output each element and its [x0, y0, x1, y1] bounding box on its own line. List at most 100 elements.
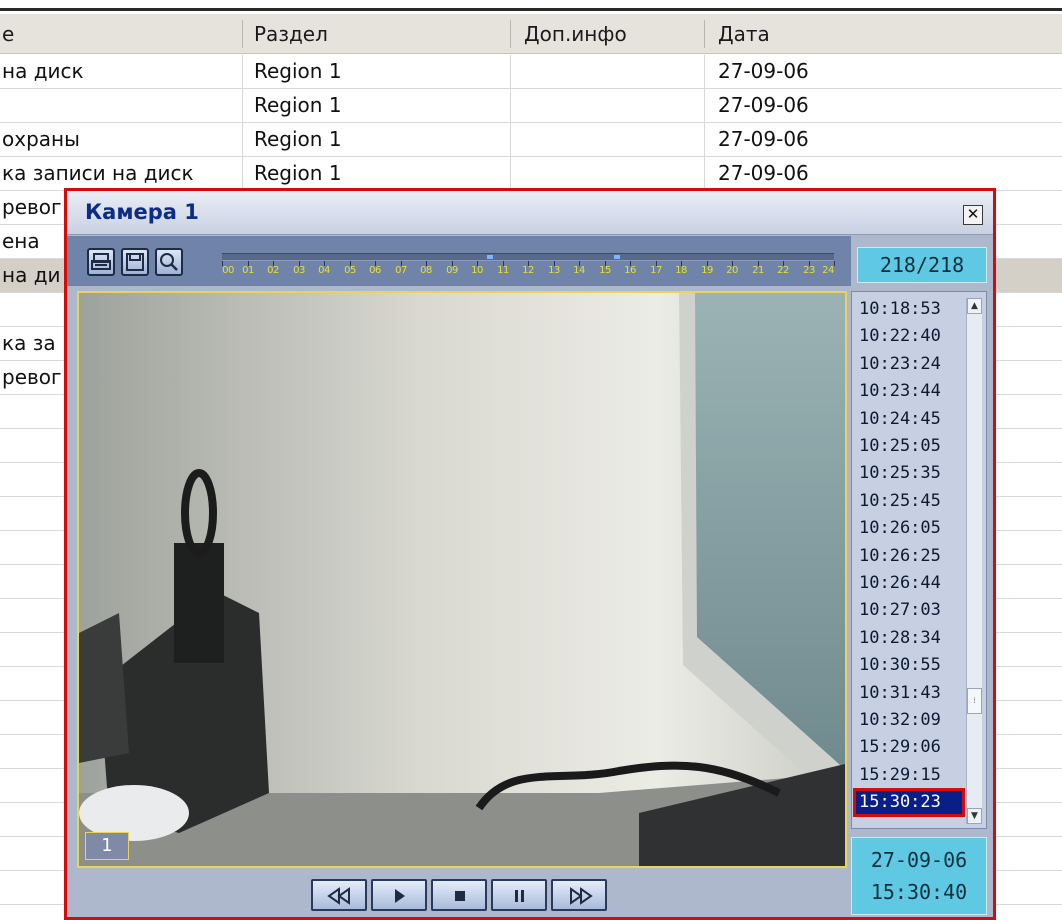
rewind-icon [327, 887, 350, 905]
time-list-item[interactable]: 10:23:44 [856, 380, 962, 403]
close-button[interactable]: ✕ [963, 205, 983, 225]
row-info [524, 89, 700, 122]
timeline-hour-label: 13 [548, 265, 560, 276]
time-list-item[interactable]: 15:30:23 [853, 788, 965, 818]
timeline-hour-label: 24 [822, 265, 834, 276]
frame-counter: 218/218 [857, 247, 987, 283]
column-header-info[interactable]: Доп.инфо [524, 14, 627, 54]
time-list-item[interactable]: 10:32:09 [856, 709, 962, 732]
time-list-scrollbar[interactable]: ▲ ⁞ ▼ [966, 298, 982, 824]
floppy-disk-icon [126, 253, 144, 271]
fast-forward-icon [570, 887, 593, 905]
table-row[interactable]: на диск Region 1 27-09-06 [0, 55, 1062, 89]
timeline-hour-label: 18 [675, 265, 687, 276]
time-list-item[interactable]: 15:29:15 [856, 764, 962, 787]
timeline-hour-label: 20 [726, 265, 738, 276]
timeline-hour-label: 21 [752, 265, 764, 276]
timeline-hour-label: 22 [777, 265, 789, 276]
timeline-hour-label: 11 [497, 265, 509, 276]
zoom-button[interactable] [155, 248, 183, 276]
timeline-hour-label: 04 [318, 265, 330, 276]
timeline-track[interactable] [222, 253, 834, 261]
save-button[interactable] [121, 248, 149, 276]
current-datetime-display: 27-09-06 15:30:40 [851, 837, 987, 915]
column-header-date[interactable]: Дата [718, 14, 770, 54]
time-list-item[interactable]: 10:23:24 [856, 353, 962, 376]
timeline-hour-label: 15 [599, 265, 611, 276]
timeline-hour-label: 09 [446, 265, 458, 276]
recording-time-list[interactable]: 10:18:53 10:22:40 10:23:24 10:23:44 10:24:45… [851, 291, 987, 829]
play-button[interactable] [371, 879, 427, 911]
time-list-item[interactable]: 10:18:53 [856, 298, 962, 321]
timeline-hour-label: 01 [242, 265, 254, 276]
scroll-down-arrow-icon[interactable]: ▼ [967, 808, 982, 824]
timeline-hour-label: 07 [395, 265, 407, 276]
rewind-button[interactable] [311, 879, 367, 911]
fast-forward-button[interactable] [551, 879, 607, 911]
row-date: 27-09-06 [718, 161, 809, 185]
time-list-item[interactable]: 10:26:25 [856, 545, 962, 568]
time-list-item[interactable]: 10:26:44 [856, 572, 962, 595]
video-frame[interactable]: 1 [77, 291, 847, 868]
time-list-item[interactable]: 10:28:34 [856, 627, 962, 650]
timeline-hour-label: 14 [573, 265, 585, 276]
table-row[interactable]: ка записи на диск Region 1 27-09-06 [0, 157, 1062, 191]
pause-button[interactable] [491, 879, 547, 911]
table-row[interactable]: охраны Region 1 27-09-06 [0, 123, 1062, 157]
table-top-border [0, 0, 1062, 11]
time-list-item[interactable]: 10:22:40 [856, 325, 962, 348]
scroll-thumb[interactable]: ⁞ [967, 688, 982, 714]
timeline-recording-marker[interactable] [487, 255, 493, 259]
pause-icon [515, 890, 524, 902]
print-button[interactable] [87, 248, 115, 276]
time-list-item[interactable]: 15:29:06 [856, 736, 962, 759]
column-header-event[interactable]: е [2, 14, 14, 54]
table-header: е Раздел Доп.инфо Дата [0, 14, 1062, 54]
time-list-item[interactable]: 10:25:45 [856, 490, 962, 513]
play-icon [395, 889, 405, 903]
row-section: Region 1 [254, 93, 342, 117]
camera-number-badge[interactable]: 1 [85, 832, 129, 860]
timeline-hour-label: 02 [267, 265, 279, 276]
row-section: Region 1 [254, 59, 342, 83]
time-list-item[interactable]: 10:25:05 [856, 435, 962, 458]
scroll-up-arrow-icon[interactable]: ▲ [967, 298, 982, 314]
row-section: Region 1 [254, 127, 342, 151]
row-date: 27-09-06 [718, 59, 809, 83]
row-section: Region 1 [254, 161, 342, 185]
time-list-item[interactable]: 10:27:03 [856, 599, 962, 622]
timeline-hour-label: 06 [369, 265, 381, 276]
time-list-item[interactable]: 10:24:45 [856, 408, 962, 431]
time-list-item[interactable]: 10:26:05 [856, 517, 962, 540]
timeline-hour-label: 16 [624, 265, 636, 276]
magnifier-icon [160, 253, 178, 271]
timeline-hour-label: 12 [522, 265, 534, 276]
camera-image [79, 293, 845, 866]
table-row[interactable]: Region 1 27-09-06 [0, 89, 1062, 123]
time-list-item[interactable]: 10:30:55 [856, 654, 962, 677]
timeline-hour-label: 17 [650, 265, 662, 276]
camera-window[interactable]: Камера 1 ✕ 00 01 02 03 04 05 06 07 08 09 10 11 12 13 1 [64, 188, 996, 920]
row-date: 27-09-06 [718, 93, 809, 117]
timeline-recording-marker[interactable] [614, 255, 620, 259]
timeline-hour-label: 08 [420, 265, 432, 276]
camera-window-title: Камера 1 [85, 200, 199, 224]
stop-icon [455, 891, 465, 901]
stop-button[interactable] [431, 879, 487, 911]
day-timeline[interactable]: 00 01 02 03 04 05 06 07 08 09 10 11 12 13 14 15 16 17 18 19… [222, 251, 835, 283]
timeline-hour-label: 19 [701, 265, 713, 276]
row-event: охраны [2, 127, 80, 151]
time-list-item[interactable]: 10:31:43 [856, 682, 962, 705]
current-date: 27-09-06 [870, 848, 968, 872]
row-event [2, 89, 238, 122]
current-time: 15:30:40 [870, 880, 968, 904]
row-date: 27-09-06 [718, 127, 809, 151]
row-info [524, 157, 700, 190]
row-info [524, 123, 700, 156]
column-header-section[interactable]: Раздел [254, 14, 328, 54]
row-event: на диск [2, 59, 84, 83]
camera-window-titlebar[interactable]: Камера 1 ✕ [67, 191, 993, 235]
timeline-hour-label: 10 [471, 265, 483, 276]
row-event: ка записи на диск [2, 161, 194, 185]
time-list-item[interactable]: 10:25:35 [856, 462, 962, 485]
